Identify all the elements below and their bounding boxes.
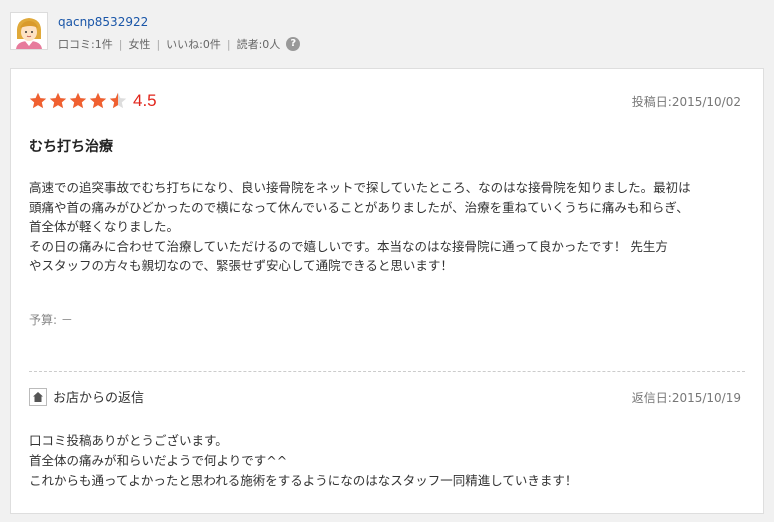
review-body-line: その日の痛みに合わせて治療していただけるので嬉しいです。本当なのはな接骨院に通っ… [29, 238, 668, 254]
budget: 予算: － [29, 313, 73, 327]
meta-separator: | [156, 37, 161, 51]
star-rating [29, 92, 127, 110]
review-body-line: 高速での追突事故でむち打ちになり、良い接骨院をネットで探していたところ、なのはな… [29, 180, 691, 195]
star-rating-icon [29, 92, 127, 109]
reply-heading: お店からの返信 [29, 387, 144, 406]
star-icon [69, 92, 87, 109]
reply-date: 返信日:2015/10/19 [631, 391, 741, 405]
divider [29, 371, 745, 372]
post-date: 投稿日:2015/10/02 [631, 95, 741, 109]
shop-home-icon [29, 387, 47, 406]
user-review-count: 口コミ:1件 [58, 38, 113, 51]
reply-heading-label: お店からの返信 [53, 391, 145, 406]
star-icon [49, 92, 67, 109]
reply-body-line: これからも通ってよかったと思われる施術をするようになのはなスタッフ一同精進してい… [29, 473, 578, 488]
review-card: 4.5 投稿日:2015/10/02 むち打ち治療 高速での追突事故でむち打ちに… [10, 68, 764, 514]
meta-separator: | [118, 37, 123, 51]
user-gender: 女性 [128, 38, 151, 51]
review-title: むち打ち治療 [29, 139, 113, 155]
reply-body-line: 首全体の痛みが和らいだようで何よりです^^ [29, 453, 288, 468]
user-avatar-icon[interactable] [10, 12, 48, 50]
user-like-count: いいね:0件 [166, 38, 221, 51]
reply-body-line: 口コミ投稿ありがとうございます。 [29, 433, 228, 448]
meta-separator: | [226, 37, 231, 51]
review-body-line: やスタッフの方々も親切なので、緊張せず安心して通院できると思います！ [29, 258, 453, 273]
review-body-line: 首全体が軽くなりました。 [29, 219, 180, 234]
review-body: 高速での追突事故でむち打ちになり、良い接骨院をネットで探していたところ、なのはな… [29, 178, 751, 276]
star-icon [89, 92, 107, 109]
user-name-link[interactable]: qacnp8532922 [58, 15, 148, 29]
user-reader-count: 読者:0人 [236, 38, 281, 51]
rating-score: 4.5 [133, 91, 157, 110]
review-body-line: 頭痛や首の痛みがひどかったので横になって休んでいることがありましたが、治療を重ね… [29, 199, 689, 215]
user-meta: 口コミ:1件 | 女性 | いいね:0件 | 読者:0人 ? [58, 36, 301, 52]
reply-body: 口コミ投稿ありがとうございます。 首全体の痛みが和らいだようで何よりです^^ こ… [29, 431, 751, 491]
star-icon [109, 92, 127, 109]
star-icon [29, 92, 47, 109]
rating-row: 4.5 [29, 91, 157, 111]
help-icon[interactable]: ? [286, 37, 301, 51]
